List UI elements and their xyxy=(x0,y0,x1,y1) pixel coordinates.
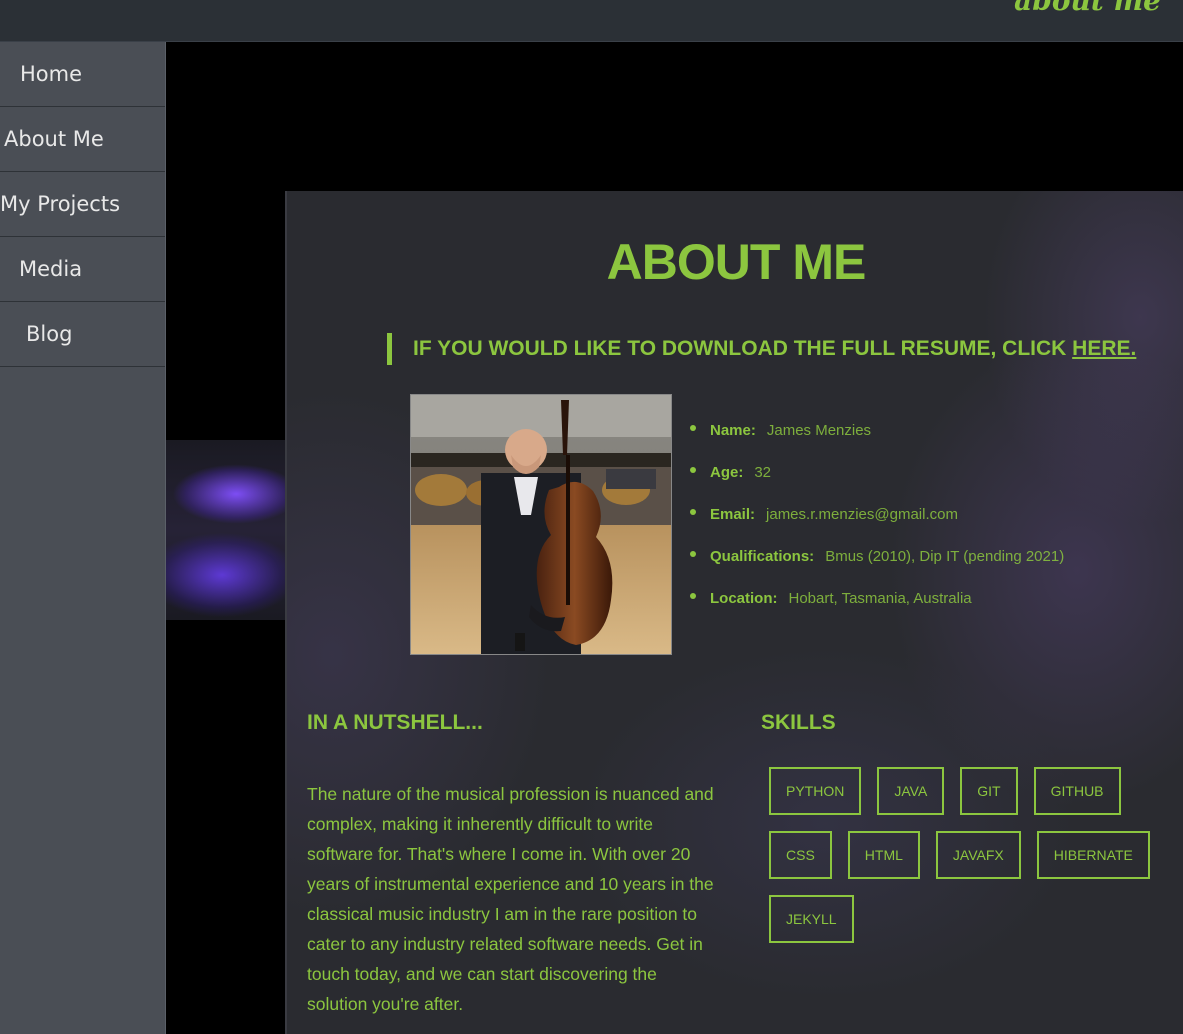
skill-tag-html[interactable]: HTML xyxy=(847,831,920,879)
info-key: Location: xyxy=(710,589,778,607)
sidebar-item-label: Media xyxy=(19,257,83,281)
info-age: Age: 32 xyxy=(690,451,1064,493)
sidebar-nav: Home About Me My Projects Media Blog xyxy=(0,42,166,1034)
info-key: Age: xyxy=(710,463,744,481)
skill-tag-github[interactable]: GITHUB xyxy=(1033,767,1121,815)
sidebar-item-label: Blog xyxy=(26,322,73,346)
skill-tag-git[interactable]: GIT xyxy=(960,767,1018,815)
skill-tag-jekyll[interactable]: JEKYLL xyxy=(769,895,854,943)
resume-callout: IF YOU WOULD LIKE TO DOWNLOAD THE FULL R… xyxy=(387,333,1136,365)
skills-list: PYTHON JAVA GIT GITHUB CSS HTML JAVAFX H… xyxy=(769,767,1169,959)
about-panel: ABOUT ME IF YOU WOULD LIKE TO DOWNLOAD T… xyxy=(285,191,1183,1034)
sidebar-item-home[interactable]: Home xyxy=(0,42,165,107)
info-value: 32 xyxy=(754,463,772,481)
info-value[interactable]: james.r.menzies@gmail.com xyxy=(766,506,958,523)
info-key: Name: xyxy=(710,421,756,439)
sidebar-item-label: My Projects xyxy=(0,192,121,216)
brand-logo[interactable]: about me xyxy=(1014,0,1161,17)
nutshell-heading: IN A NUTSHELL... xyxy=(307,711,483,734)
sidebar-item-about-me[interactable]: About Me xyxy=(0,107,165,172)
resume-text: IF YOU WOULD LIKE TO DOWNLOAD THE FULL R… xyxy=(413,337,1073,360)
skill-tag-javafx[interactable]: JAVAFX xyxy=(935,831,1021,879)
nutshell-text: The nature of the musical profession is … xyxy=(307,784,714,1014)
sidebar-item-label: About Me xyxy=(4,127,104,151)
info-value: Hobart, Tasmania, Australia xyxy=(788,589,972,607)
skills-heading: SKILLS xyxy=(761,711,836,734)
sidebar-item-label: Home xyxy=(20,62,83,86)
skill-tag-java[interactable]: JAVA xyxy=(877,767,945,815)
top-bar: about me xyxy=(0,0,1183,42)
sidebar-item-my-projects[interactable]: My Projects xyxy=(0,172,165,237)
skill-tag-hibernate[interactable]: HIBERNATE xyxy=(1036,831,1150,879)
personal-info-list: Name: James Menzies Age: 32 Email: james.r.… xyxy=(690,409,1064,619)
skill-tag-css[interactable]: CSS xyxy=(769,831,832,879)
info-location: Location: Hobart, Tasmania, Australia xyxy=(690,577,1064,619)
profile-photo xyxy=(410,394,672,655)
resume-download-link[interactable]: HERE. xyxy=(1072,337,1136,360)
sidebar-item-blog[interactable]: Blog xyxy=(0,302,165,367)
info-key: Email: xyxy=(710,505,756,523)
skill-tag-python[interactable]: PYTHON xyxy=(769,767,862,815)
info-email: Email: james.r.menzies@gmail.com xyxy=(690,493,1064,535)
info-value: Bmus (2010), Dip IT (pending 2021) xyxy=(825,547,1065,565)
sidebar-item-media[interactable]: Media xyxy=(0,237,165,302)
info-name: Name: James Menzies xyxy=(690,409,1064,451)
info-key: Qualifications: xyxy=(710,547,815,565)
info-qualifications: Qualifications: Bmus (2010), Dip IT (pend… xyxy=(690,535,1064,577)
page-title: ABOUT ME xyxy=(606,234,867,290)
info-value: James Menzies xyxy=(766,421,872,439)
